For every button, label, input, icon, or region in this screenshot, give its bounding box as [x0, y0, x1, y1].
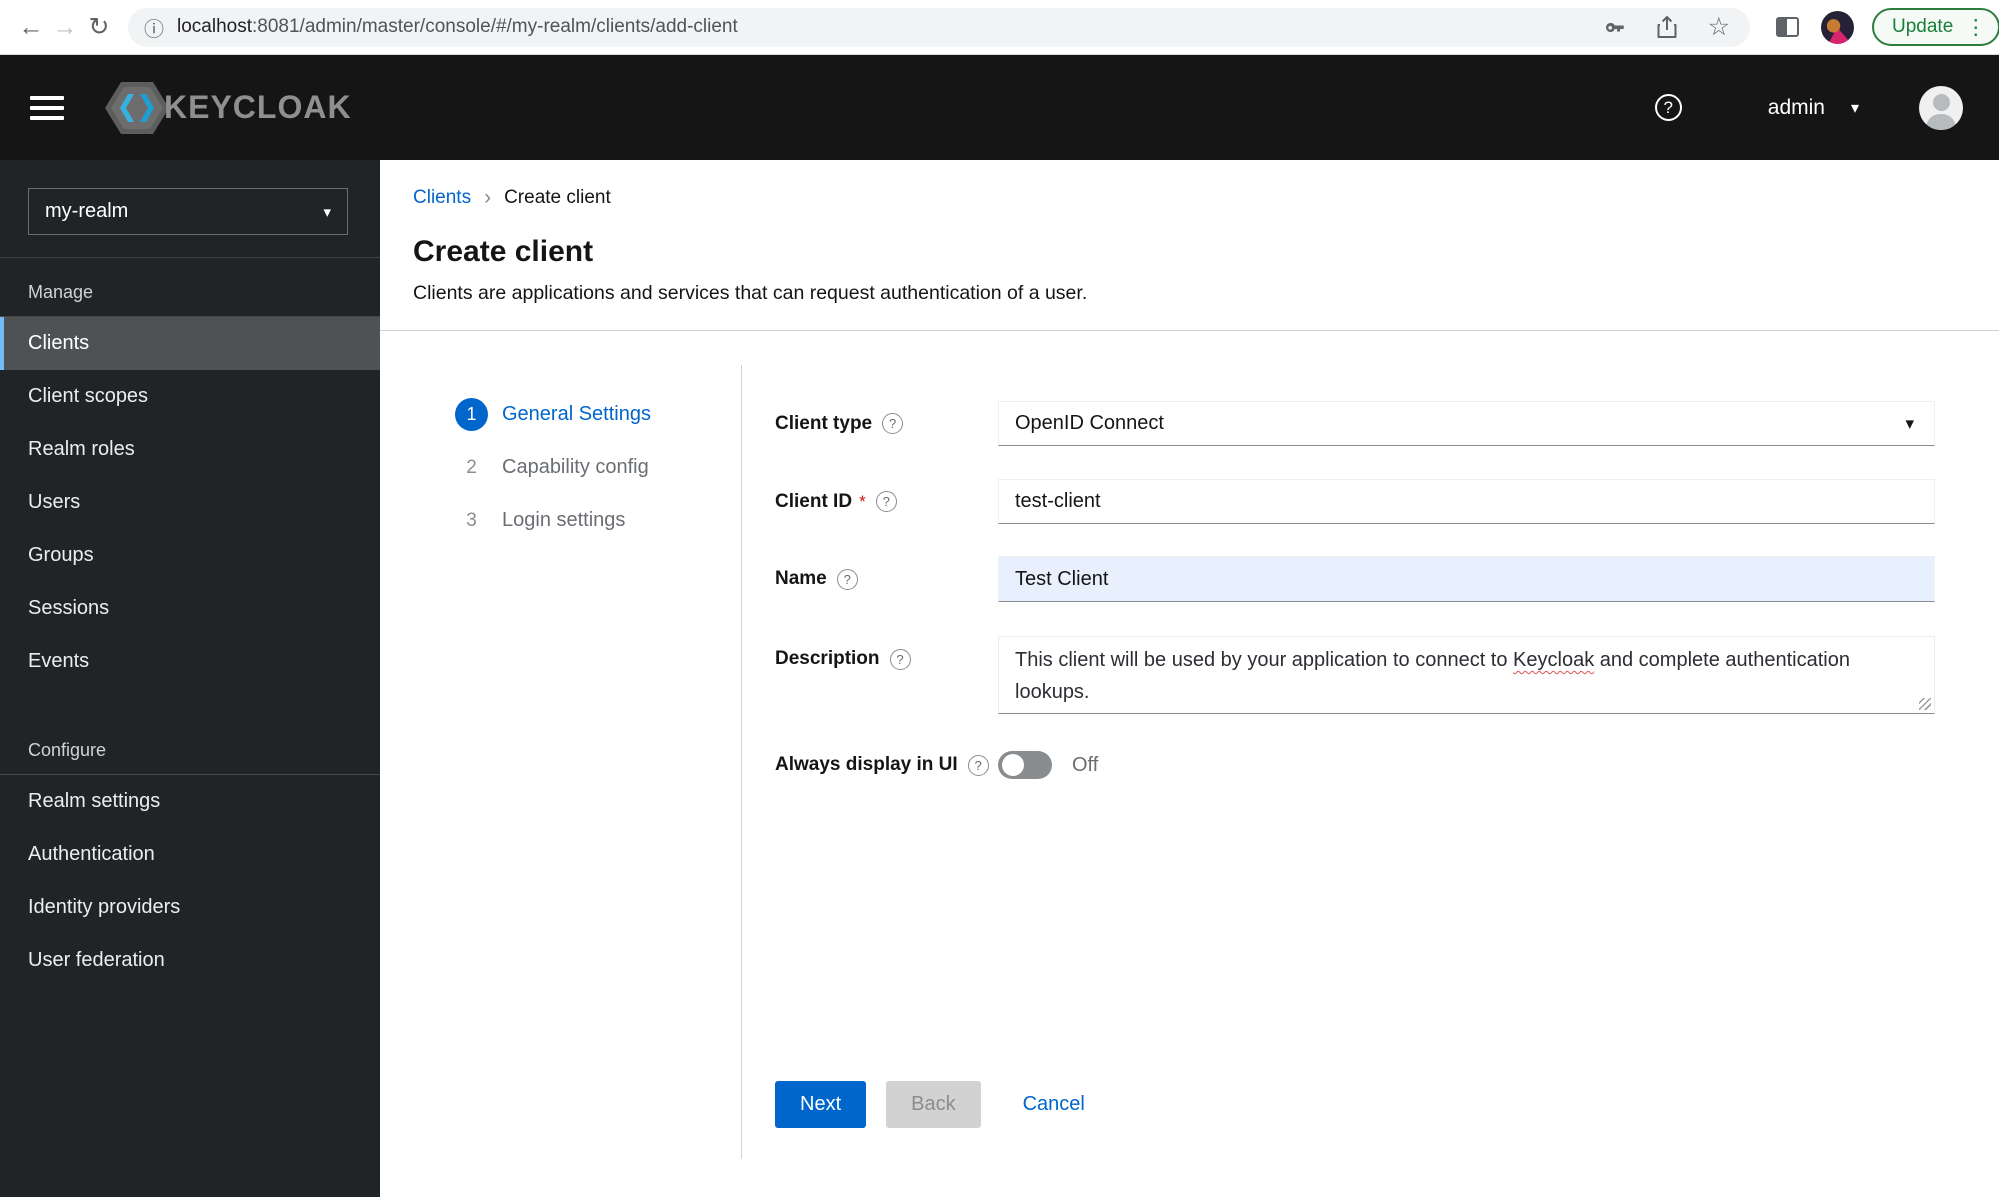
help-icon[interactable]: ?: [836, 568, 858, 590]
client-type-value: OpenID Connect: [1015, 412, 1164, 434]
toggle-knob: [1002, 754, 1024, 776]
step-label: Login settings: [502, 509, 626, 531]
sidebar-item-events[interactable]: Events: [0, 635, 380, 688]
wizard-step-capability-config[interactable]: 2 Capability config: [455, 451, 741, 484]
client-id-label: Client ID: [775, 490, 853, 512]
create-client-wizard: 1 General Settings 2 Capability config 3…: [380, 365, 1999, 1159]
step-label: General Settings: [502, 403, 651, 425]
general-settings-form: Client type ? OpenID Connect ▾ Client ID…: [742, 365, 1999, 1159]
site-info-icon[interactable]: ⓘ: [144, 13, 164, 42]
description-label: Description: [775, 648, 880, 669]
breadcrumb-clients-link[interactable]: Clients: [413, 187, 471, 209]
keycloak-logo[interactable]: KEYCLOAK: [104, 80, 352, 136]
name-label: Name: [775, 568, 827, 589]
page-title: Create client: [413, 235, 594, 268]
user-avatar[interactable]: [1919, 85, 1963, 130]
realm-selector[interactable]: my-realm ▾: [28, 188, 348, 235]
description-textarea[interactable]: This client will be used by your applica…: [998, 636, 1935, 714]
sidebar-item-realm-settings[interactable]: Realm settings: [0, 775, 380, 828]
main-content: Clients › Create client Create client Cl…: [380, 160, 1999, 1197]
help-icon[interactable]: ?: [882, 413, 904, 434]
browser-menu-icon[interactable]: ⋮: [1965, 15, 1986, 40]
app-masthead: KEYCLOAK ? admin ▾: [0, 55, 1999, 160]
keycloak-logo-icon: [105, 81, 169, 134]
client-type-label: Client type: [775, 412, 873, 434]
nav-group-title-manage: Manage: [28, 282, 94, 302]
sidebar-item-realm-roles[interactable]: Realm roles: [0, 423, 380, 476]
breadcrumb-current: Create client: [504, 187, 611, 208]
hamburger-menu-icon[interactable]: [30, 95, 64, 120]
browser-forward-icon: →: [52, 12, 78, 41]
step-label: Capability config: [502, 456, 649, 478]
name-row: Name ?: [775, 556, 1935, 602]
url-path: :8081/admin/master/console/#/my-realm/cl…: [252, 16, 738, 37]
description-spellcheck-word: Keycloak: [1513, 649, 1595, 671]
wizard-footer: Next Back Cancel: [775, 1081, 1085, 1128]
realm-name: my-realm: [45, 200, 129, 222]
user-menu-caret-icon[interactable]: ▾: [1851, 98, 1859, 118]
sidebar-item-groups[interactable]: Groups: [0, 529, 380, 582]
browser-profile-avatar[interactable]: [1821, 10, 1854, 44]
client-type-row: Client type ? OpenID Connect ▾: [775, 401, 1935, 446]
step-number: 1: [455, 398, 488, 431]
always-display-toggle[interactable]: [998, 751, 1052, 779]
sidebar-nav: my-realm ▾ Manage Clients Client scopes …: [0, 160, 380, 1197]
browser-reload-icon[interactable]: ↻: [82, 12, 116, 42]
client-type-select[interactable]: OpenID Connect ▾: [998, 401, 1935, 446]
always-display-row: Always display in UI ? Off: [775, 751, 1935, 779]
back-button[interactable]: Back: [886, 1081, 981, 1128]
description-row: Description ? This client will be used b…: [775, 636, 1935, 714]
password-key-icon[interactable]: [1602, 15, 1626, 39]
screen: ← → ↻ ⓘ localhost:8081/admin/master/cons…: [0, 0, 1999, 1197]
next-button[interactable]: Next: [775, 1081, 867, 1128]
textarea-resize-handle[interactable]: [1919, 698, 1931, 710]
required-asterisk: *: [859, 491, 866, 511]
brand-wordmark: KEYCLOAK: [164, 89, 352, 125]
help-icon[interactable]: ?: [967, 754, 989, 776]
step-number: 3: [466, 509, 477, 531]
share-icon[interactable]: [1656, 15, 1678, 39]
realm-selector-section: my-realm ▾: [0, 160, 380, 258]
wizard-step-general-settings[interactable]: 1 General Settings: [455, 398, 741, 431]
help-circle-icon[interactable]: ?: [1654, 94, 1682, 121]
breadcrumb: Clients › Create client: [413, 186, 1935, 210]
select-caret-icon: ▾: [1905, 413, 1914, 433]
wizard-steps: 1 General Settings 2 Capability config 3…: [380, 365, 742, 1159]
page-header: Clients › Create client Create client Cl…: [380, 160, 1999, 305]
sidebar-item-authentication[interactable]: Authentication: [0, 828, 380, 881]
toggle-state-label: Off: [1072, 753, 1099, 776]
client-id-row: Client ID * ?: [775, 479, 1935, 524]
description-text: This client will be used by your applica…: [1015, 649, 1514, 671]
url-text: localhost:8081/admin/master/console/#/my…: [177, 16, 738, 38]
realm-caret-icon: ▾: [323, 203, 331, 221]
bookmark-star-icon[interactable]: ☆: [1708, 14, 1730, 40]
sidebar-item-client-scopes[interactable]: Client scopes: [0, 370, 380, 423]
browser-toolbar: ← → ↻ ⓘ localhost:8081/admin/master/cons…: [0, 0, 1999, 55]
sidebar-item-clients[interactable]: Clients: [0, 317, 380, 370]
breadcrumb-separator-icon: ›: [484, 186, 492, 209]
nav-group-title-configure: Configure: [28, 740, 107, 760]
sidebar-item-users[interactable]: Users: [0, 476, 380, 529]
name-input[interactable]: [998, 556, 1935, 602]
wizard-step-login-settings[interactable]: 3 Login settings: [455, 504, 741, 537]
url-host: localhost: [177, 16, 252, 37]
sidebar-item-user-federation[interactable]: User federation: [0, 934, 380, 987]
sidebar-item-identity-providers[interactable]: Identity providers: [0, 881, 380, 934]
side-panel-icon[interactable]: [1776, 17, 1799, 37]
help-icon[interactable]: ?: [889, 648, 911, 670]
always-display-label: Always display in UI: [775, 754, 958, 775]
header-divider: [380, 330, 1999, 331]
cancel-button[interactable]: Cancel: [1023, 1093, 1085, 1116]
help-icon[interactable]: ?: [875, 491, 897, 512]
update-label: Update: [1892, 16, 1954, 37]
user-menu[interactable]: admin: [1768, 96, 1825, 120]
client-id-input[interactable]: [998, 479, 1935, 524]
step-number: 2: [466, 456, 477, 478]
browser-back-icon[interactable]: ←: [14, 13, 48, 42]
sidebar-item-sessions[interactable]: Sessions: [0, 582, 380, 635]
browser-update-button[interactable]: Update ⋮: [1872, 8, 1999, 46]
address-bar[interactable]: ⓘ localhost:8081/admin/master/console/#/…: [128, 7, 1750, 47]
page-subtitle: Clients are applications and services th…: [413, 282, 1088, 304]
